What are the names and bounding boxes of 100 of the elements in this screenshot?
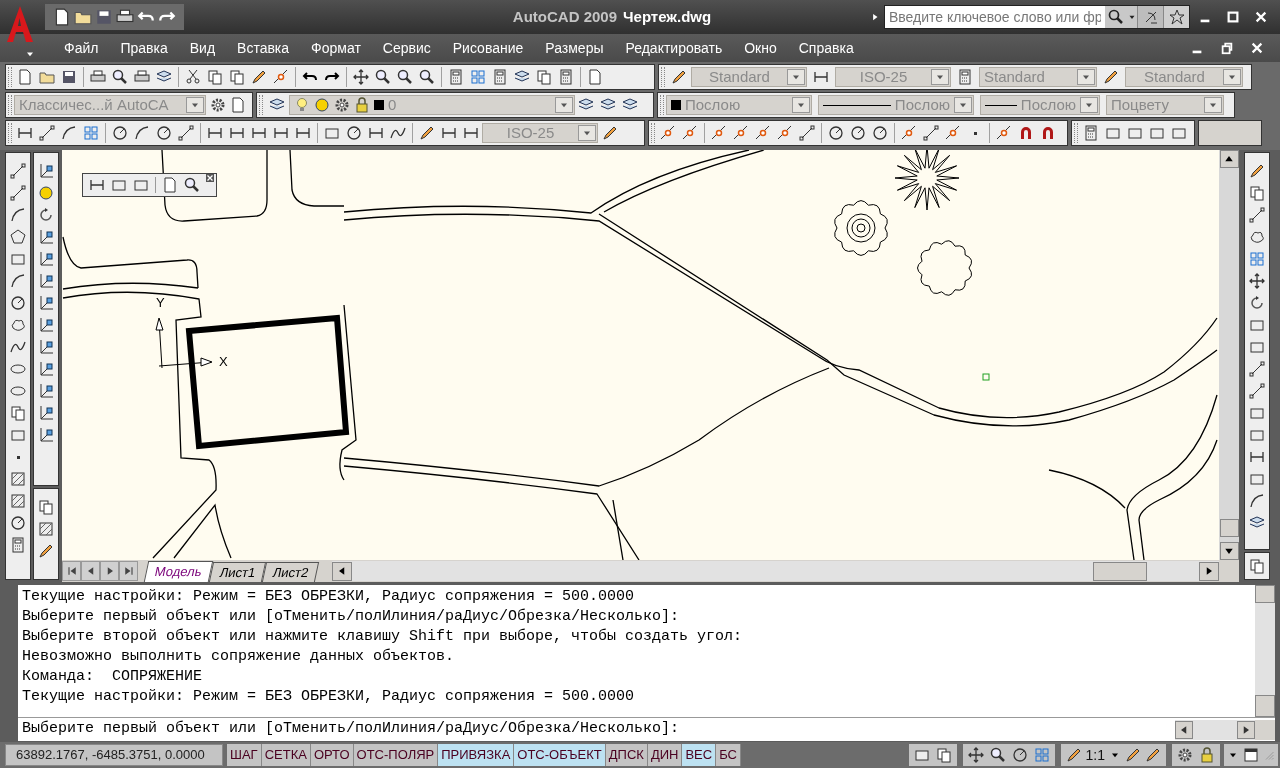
snap-icon[interactable] <box>755 125 771 141</box>
calculator-icon[interactable] <box>1083 125 1099 141</box>
maximize-icon[interactable] <box>1226 10 1240 24</box>
copy-icon[interactable] <box>38 499 54 515</box>
snap-icon[interactable] <box>996 125 1012 141</box>
sun-icon[interactable] <box>38 185 54 201</box>
scroll-thumb[interactable] <box>1093 561 1147 581</box>
snap-icon[interactable] <box>733 125 749 141</box>
move-icon[interactable] <box>967 747 984 763</box>
bulb-icon[interactable] <box>294 97 310 113</box>
copy-icon[interactable] <box>229 69 245 85</box>
copy-icon[interactable] <box>207 69 223 85</box>
axes-icon[interactable] <box>38 383 54 399</box>
line-icon[interactable] <box>1249 361 1265 377</box>
window-icon[interactable] <box>1243 747 1259 763</box>
grid-icon[interactable] <box>1249 251 1265 267</box>
page-icon[interactable] <box>162 177 178 193</box>
calculator-icon[interactable] <box>558 69 574 85</box>
rectangle-icon[interactable] <box>1105 125 1121 141</box>
ellipse-icon[interactable] <box>10 361 26 377</box>
copy-icon[interactable] <box>1249 185 1265 201</box>
snap-icon[interactable] <box>901 125 917 141</box>
rectangle-icon[interactable] <box>913 747 930 763</box>
circle-icon[interactable] <box>346 125 362 141</box>
status-toggle[interactable]: ОТС-ОБЪЕКТ <box>514 744 606 766</box>
pentagon-icon[interactable] <box>10 229 26 245</box>
rectangle-icon[interactable] <box>1249 339 1265 355</box>
restore-icon[interactable] <box>1220 41 1234 55</box>
line-icon[interactable] <box>799 125 815 141</box>
rectangle-icon[interactable] <box>10 251 26 267</box>
pencil-icon[interactable] <box>38 543 54 559</box>
copy-icon[interactable] <box>536 69 552 85</box>
dimension-icon[interactable] <box>207 125 223 141</box>
dimension-icon[interactable] <box>463 125 479 141</box>
axes-icon[interactable] <box>38 163 54 179</box>
command-input[interactable]: Выберите первый объект или [оТменить/полИлиния/раДиус/Обрезка/Несколько]: <box>18 718 1175 741</box>
status-toggle[interactable]: ШАГ <box>227 744 262 766</box>
gear-icon[interactable] <box>210 97 226 113</box>
menu-item[interactable]: Окно <box>733 37 788 59</box>
rectangle-icon[interactable] <box>1249 427 1265 443</box>
circle-icon[interactable] <box>112 125 128 141</box>
circle-icon[interactable] <box>10 295 26 311</box>
menu-item[interactable]: Вставка <box>226 37 301 59</box>
vertical-scrollbar[interactable] <box>1219 150 1239 560</box>
horizontal-scrollbar[interactable] <box>331 561 1219 581</box>
menu-item[interactable]: Редактировать <box>614 37 734 59</box>
move-icon[interactable] <box>353 69 369 85</box>
ellipse-icon[interactable] <box>10 383 26 399</box>
copy-icon[interactable] <box>10 405 26 421</box>
rectangle-icon[interactable] <box>1249 405 1265 421</box>
status-toggle[interactable]: ДИН <box>647 744 683 766</box>
status-toggle[interactable]: БС <box>716 744 741 766</box>
circle-icon[interactable] <box>1011 747 1028 763</box>
rotate-icon[interactable] <box>1249 295 1265 311</box>
dimension-icon[interactable] <box>89 177 105 193</box>
snap-icon[interactable] <box>711 125 727 141</box>
dimension-icon[interactable] <box>251 125 267 141</box>
rectangle-icon[interactable] <box>1249 471 1265 487</box>
dimension-icon[interactable] <box>229 125 245 141</box>
layout-tab[interactable]: Модель <box>143 561 213 582</box>
pencil-icon[interactable] <box>602 125 618 141</box>
menu-item[interactable]: Размеры <box>534 37 615 59</box>
page-icon[interactable] <box>587 69 603 85</box>
sun-icon[interactable] <box>314 97 330 113</box>
pencil-icon[interactable] <box>1065 747 1082 763</box>
grid-icon[interactable] <box>470 69 486 85</box>
axes-icon[interactable] <box>38 251 54 267</box>
menu-item[interactable]: Вид <box>178 37 227 59</box>
dimension-icon[interactable] <box>295 125 311 141</box>
dimension-icon[interactable] <box>1249 449 1265 465</box>
print-icon[interactable] <box>90 69 106 85</box>
status-toggle[interactable]: ДПСК <box>605 744 648 766</box>
tree-symbol[interactable] <box>894 150 960 211</box>
line-icon[interactable] <box>923 125 939 141</box>
arc-icon[interactable] <box>10 273 26 289</box>
tree-symbol[interactable] <box>917 240 973 296</box>
rectangle-icon[interactable] <box>10 427 26 443</box>
snap-icon[interactable] <box>945 125 961 141</box>
building-outline[interactable] <box>185 314 350 450</box>
scroll-thumb[interactable] <box>1219 519 1239 537</box>
menu-item[interactable]: Сервис <box>371 37 442 59</box>
circle-icon[interactable] <box>872 125 888 141</box>
dimension-icon[interactable] <box>17 125 33 141</box>
zoom-icon[interactable] <box>375 69 391 85</box>
pencil-icon[interactable] <box>419 125 435 141</box>
rectangle-icon[interactable] <box>1149 125 1165 141</box>
status-toggle[interactable]: ОРТО <box>310 744 354 766</box>
line-icon[interactable] <box>10 185 26 201</box>
scissors-icon[interactable] <box>185 69 201 85</box>
magnet-icon[interactable] <box>1018 125 1034 141</box>
scroll-thumb[interactable] <box>1255 695 1275 717</box>
snap-icon[interactable] <box>660 125 676 141</box>
menu-item[interactable]: Рисование <box>441 37 535 59</box>
zoom-icon[interactable] <box>989 747 1006 763</box>
axes-icon[interactable] <box>38 317 54 333</box>
snap-icon[interactable] <box>777 125 793 141</box>
zoom-icon[interactable] <box>184 177 200 193</box>
hatch-icon[interactable] <box>38 521 54 537</box>
close-icon[interactable] <box>1254 10 1268 24</box>
layout-tab[interactable]: Лист1 <box>208 562 267 582</box>
